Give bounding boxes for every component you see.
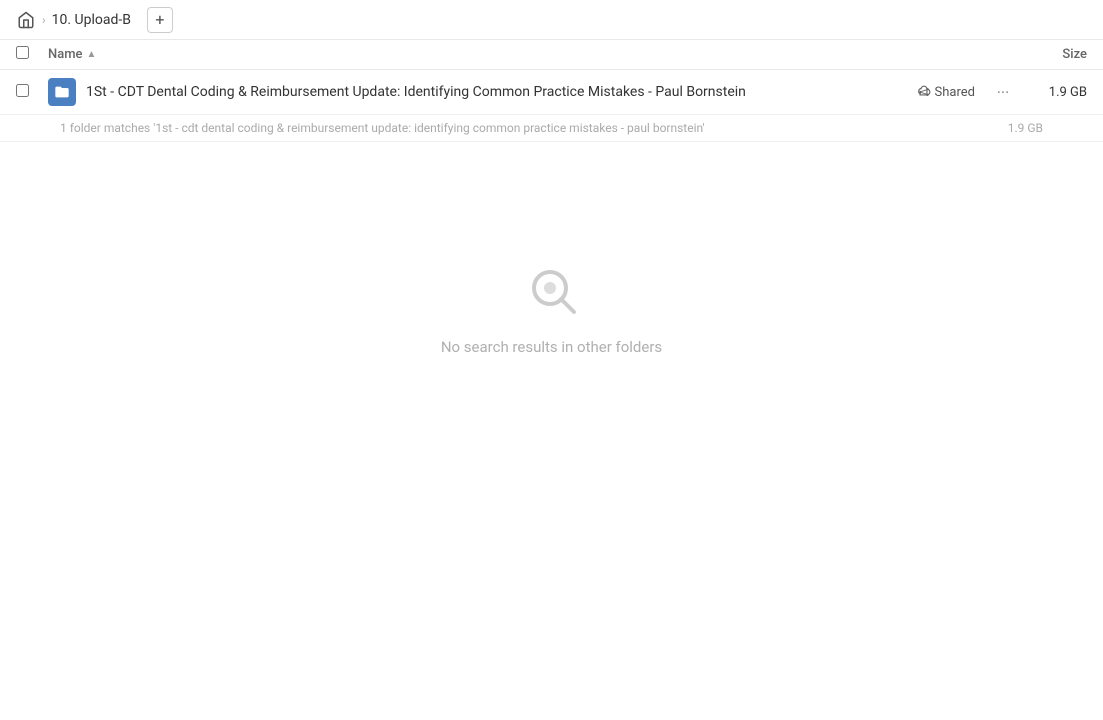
folder-icon: [48, 78, 76, 106]
size-column-header[interactable]: Size: [1007, 47, 1087, 62]
file-size: 1.9 GB: [1027, 85, 1087, 100]
file-name: 1St - CDT Dental Coding & Reimbursement …: [86, 84, 917, 100]
more-icon: ···: [997, 83, 1010, 102]
table-row[interactable]: 1St - CDT Dental Coding & Reimbursement …: [0, 70, 1103, 115]
home-icon[interactable]: [16, 10, 36, 30]
row-checkbox[interactable]: [16, 84, 48, 101]
match-size: 1.9 GB: [1008, 121, 1043, 135]
empty-search-state: No search results in other folders: [0, 142, 1103, 416]
more-options-button[interactable]: ···: [991, 80, 1015, 104]
match-info: 1 folder matches '1st - cdt dental codin…: [0, 115, 1103, 142]
breadcrumb: › 10. Upload-B +: [16, 7, 173, 33]
name-column-header[interactable]: Name ▲: [48, 47, 1007, 62]
row-select-checkbox[interactable]: [16, 84, 29, 97]
select-all-checkbox[interactable]: [16, 46, 29, 59]
add-button[interactable]: +: [147, 7, 173, 33]
name-label: Name: [48, 47, 83, 62]
top-bar: › 10. Upload-B +: [0, 0, 1103, 40]
no-results-text: No search results in other folders: [441, 338, 662, 356]
sort-arrow-icon: ▲: [87, 49, 97, 60]
column-headers: Name ▲ Size: [0, 40, 1103, 70]
header-checkbox[interactable]: [16, 46, 48, 63]
no-results-icon: [524, 262, 580, 322]
breadcrumb-folder[interactable]: 10. Upload-B: [52, 12, 131, 28]
shared-label: Shared: [935, 85, 975, 100]
breadcrumb-separator: ›: [42, 13, 46, 27]
match-text: 1 folder matches '1st - cdt dental codin…: [60, 121, 705, 135]
shared-badge: Shared: [917, 85, 975, 100]
